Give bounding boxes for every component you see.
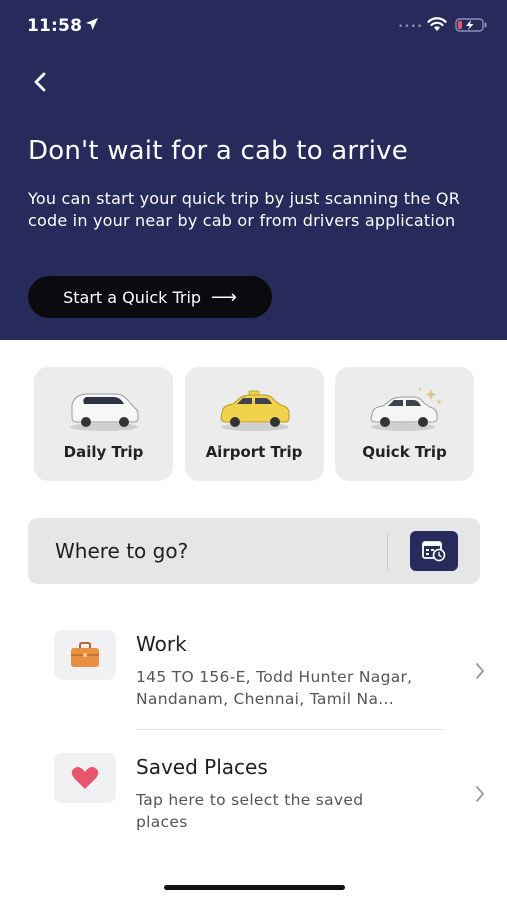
quick-trip-label: Quick Trip xyxy=(362,443,447,461)
work-icon-tile xyxy=(54,630,116,680)
battery-charging-icon xyxy=(455,18,487,32)
saved-places-title: Saved Places xyxy=(136,755,268,779)
start-quick-trip-label: Start a Quick Trip xyxy=(63,287,202,307)
airport-trip-label: Airport Trip xyxy=(205,443,303,461)
destination-search-bar[interactable]: Where to go? xyxy=(28,518,480,584)
home-indicator[interactable] xyxy=(164,885,345,890)
quick-trip-card[interactable]: Quick Trip xyxy=(335,367,474,481)
calendar-clock-icon xyxy=(422,541,446,562)
heart-icon xyxy=(71,767,99,789)
start-quick-trip-button[interactable]: Start a Quick Trip ⟶ xyxy=(28,276,272,318)
work-address: 145 TO 156-E, Todd Hunter Nagar, Nandana… xyxy=(136,668,413,708)
daily-trip-label: Daily Trip xyxy=(63,443,144,461)
place-divider xyxy=(136,729,444,730)
search-divider xyxy=(387,533,388,571)
search-placeholder: Where to go? xyxy=(55,539,189,563)
airport-trip-card[interactable]: Airport Trip xyxy=(184,367,324,481)
sparkle-car-icon xyxy=(370,387,442,431)
signal-dots-icon: •••• xyxy=(398,22,424,32)
schedule-ride-button[interactable] xyxy=(410,531,458,571)
wifi-icon xyxy=(427,17,447,31)
status-time: 11:58 xyxy=(27,16,83,36)
trip-type-cards: Daily Trip Airport Trip Quick Trip xyxy=(34,367,474,481)
status-bar: 11:58 •••• xyxy=(0,0,507,52)
saved-places-item[interactable]: Saved Places Tap here to select the save… xyxy=(54,753,494,843)
briefcase-icon xyxy=(71,642,99,667)
saved-places-icon-tile xyxy=(54,753,116,803)
work-title: Work xyxy=(136,632,187,656)
van-icon xyxy=(70,393,139,431)
chevron-right-icon xyxy=(476,663,485,679)
daily-trip-card[interactable]: Daily Trip xyxy=(34,367,173,481)
hero-title: Don't wait for a cab to arrive xyxy=(28,136,408,166)
back-arrow-icon[interactable] xyxy=(29,70,53,94)
right-arrow-icon: ⟶ xyxy=(211,286,237,308)
hero-subtitle: You can start your quick trip by just sc… xyxy=(28,189,461,230)
location-arrow-icon xyxy=(86,18,98,30)
work-place-item[interactable]: Work 145 TO 156-E, Todd Hunter Nagar, Na… xyxy=(54,630,494,720)
chevron-right-icon xyxy=(476,786,485,802)
taxi-icon xyxy=(219,390,289,431)
hero-banner: 11:58 •••• Don't wait for a cab to arriv… xyxy=(0,0,507,340)
saved-places-description: Tap here to select the saved places xyxy=(136,791,364,831)
